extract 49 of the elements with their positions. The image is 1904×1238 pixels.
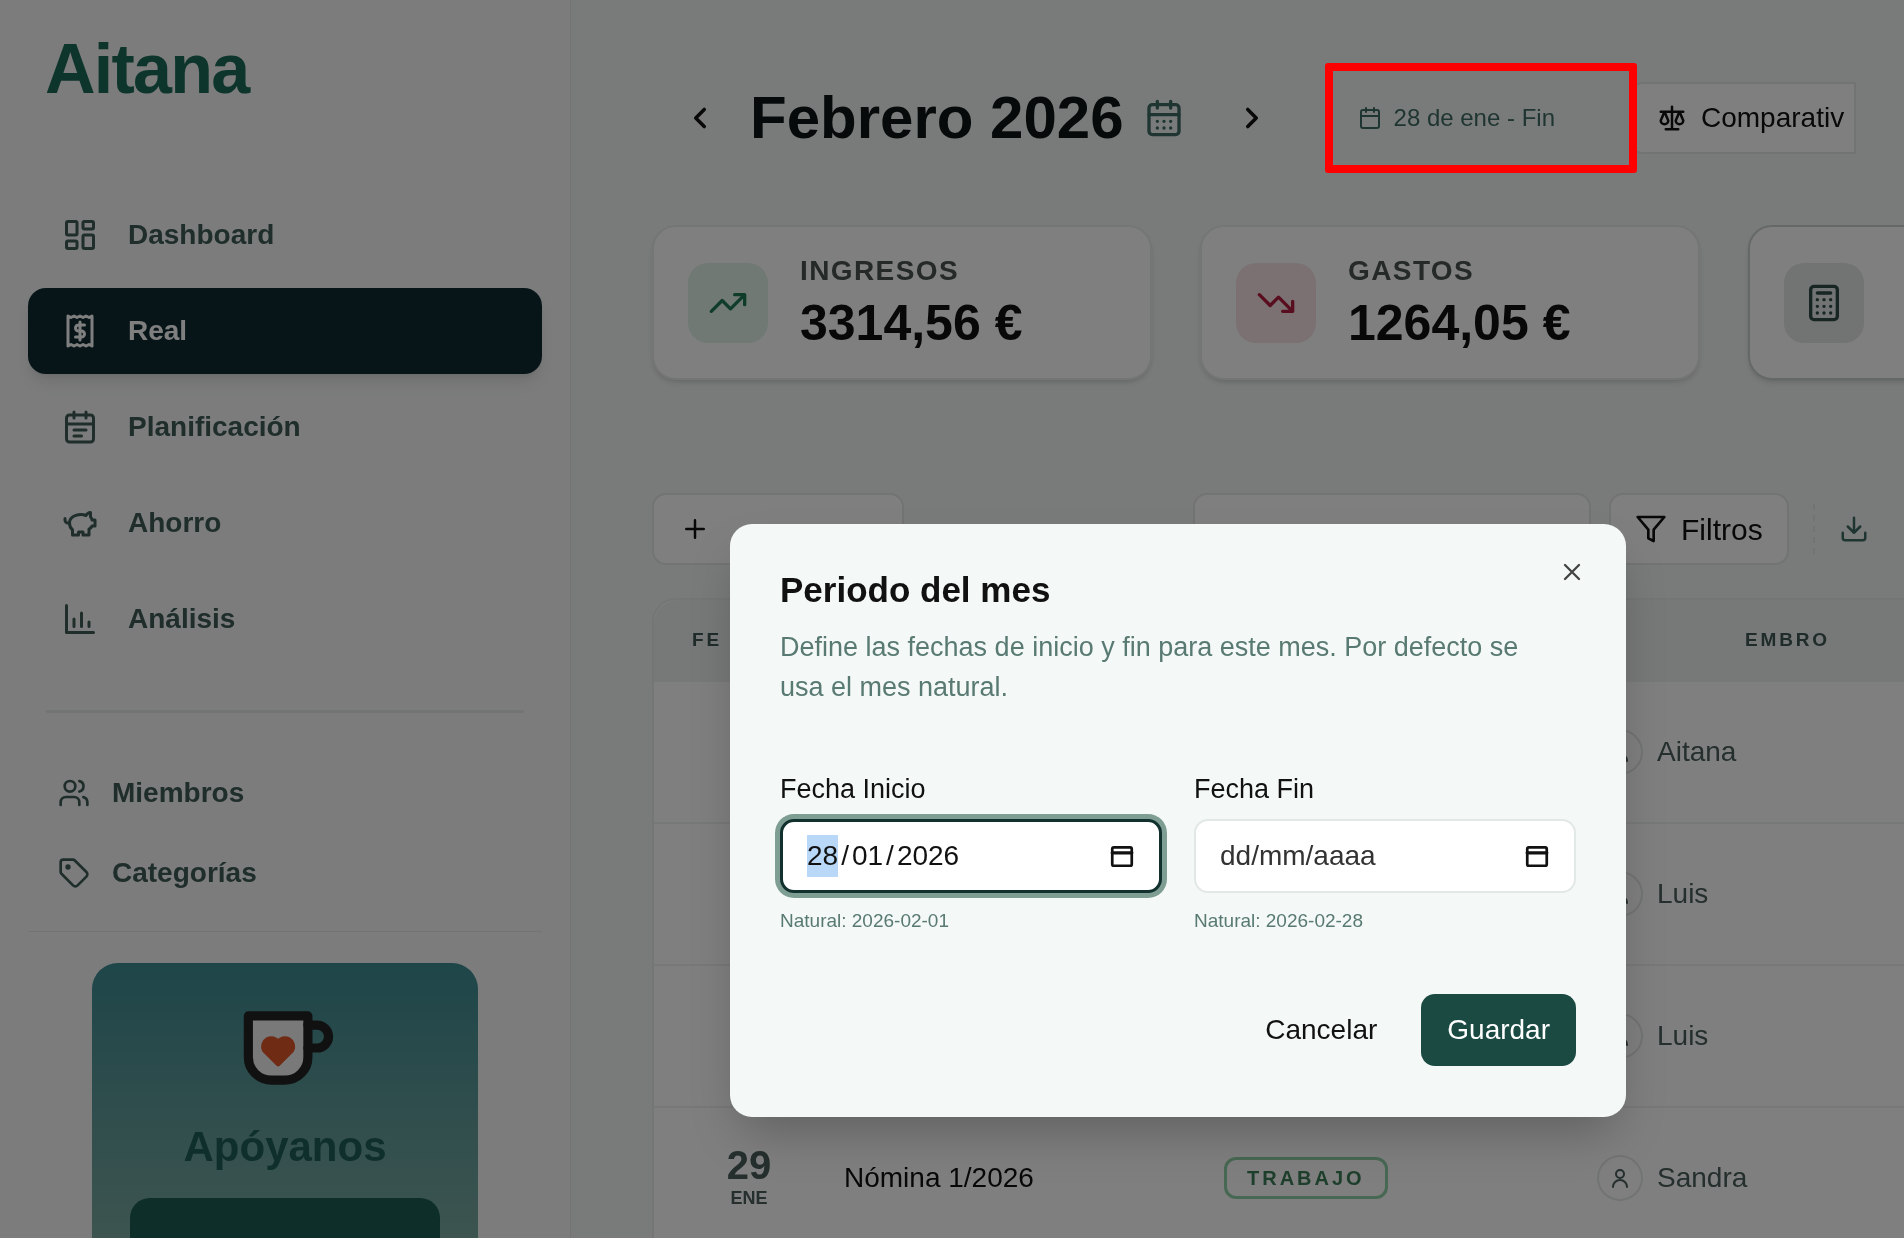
member-name: Aitana — [1657, 735, 1737, 769]
category-tag: TRABAJO — [1224, 1157, 1388, 1199]
sidebar-nav-item[interactable]: Ahorro — [28, 480, 542, 566]
column-header: FE — [692, 627, 722, 652]
sidebar-nav-item[interactable]: Dashboard — [28, 192, 542, 278]
date-placeholder: dd/mm/aaaa — [1220, 839, 1376, 873]
app-logo: Aitana — [44, 34, 251, 104]
field-label: Fecha Inicio — [780, 772, 927, 806]
concept-text: Nómina 1/2026 — [844, 1161, 1035, 1195]
field-label: Fecha Fin — [1194, 772, 1316, 806]
filters-button[interactable]: Filtros — [1609, 493, 1789, 565]
calendar-icon — [62, 409, 98, 445]
day-number: 29 — [726, 1144, 772, 1185]
sidebar-link[interactable]: Categorías — [28, 842, 542, 903]
bar-chart-icon — [62, 601, 98, 637]
month-label: ENE — [730, 1186, 768, 1210]
calendar-icon — [1357, 105, 1382, 130]
sidebar-link[interactable]: Miembros — [28, 762, 542, 823]
calendar-icon — [1524, 843, 1550, 869]
download-button[interactable] — [1812, 504, 1869, 554]
member-name: Luis — [1657, 877, 1709, 911]
sidebar-nav-item[interactable]: Planificación — [28, 384, 542, 470]
card-label: INGRESOS — [800, 254, 960, 289]
card-label: GASTOS — [1348, 254, 1476, 289]
field-hint: Natural: 2026-02-28 — [1194, 909, 1364, 933]
sidebar-nav-item[interactable]: Real — [28, 288, 542, 374]
member-name: Sandra — [1657, 1161, 1748, 1195]
grid-icon — [62, 217, 98, 253]
dialog-description: Define las fechas de inicio y fin para este mes. Por defecto se usa el mes natural. — [780, 630, 1520, 704]
calendar-icon — [1109, 843, 1135, 869]
tag-icon — [58, 856, 90, 889]
date-input-field[interactable]: dd/mm/aaaa — [1194, 819, 1576, 893]
sidebar-nav-item[interactable]: Análisis — [28, 576, 542, 662]
card-value: 3314,56 € — [800, 294, 1023, 354]
field-hint: Natural: 2026-02-01 — [780, 909, 950, 933]
date-separator: / — [841, 839, 849, 873]
save-button[interactable]: Guardar — [1421, 993, 1576, 1066]
member-name: Luis — [1657, 1019, 1709, 1053]
month-title: Febrero 2026 — [750, 82, 1124, 153]
date-segment[interactable]: 2026 — [896, 835, 960, 877]
column-header: EMBRO — [1745, 627, 1830, 652]
date-separator: / — [886, 839, 894, 873]
cancel-button[interactable]: Cancelar — [1261, 993, 1382, 1066]
filter-icon — [1635, 513, 1667, 545]
date-segment[interactable]: 01 — [851, 835, 884, 877]
dialog-title: Periodo del mes — [780, 569, 1051, 611]
date-segment[interactable]: 28 — [807, 835, 839, 877]
period-button[interactable]: 28 de ene - Fin — [1337, 87, 1575, 148]
card-value: 1264,05 € — [1348, 294, 1571, 354]
